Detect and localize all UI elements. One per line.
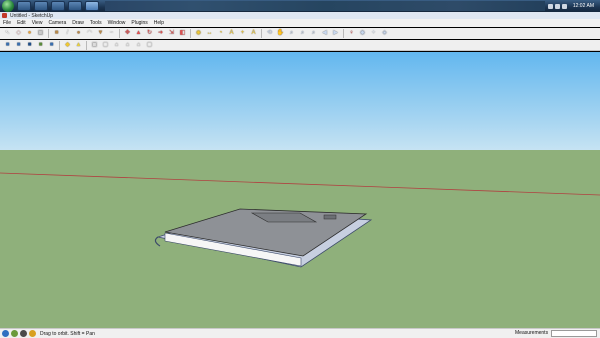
dimension-icon[interactable]: ↔: [205, 29, 214, 38]
red-axis-line: [0, 172, 600, 196]
protractor-icon[interactable]: ◔: [216, 29, 225, 38]
make-component-icon[interactable]: ▣: [36, 29, 45, 38]
book-spine: [154, 236, 161, 247]
select-icon[interactable]: ↖: [3, 29, 12, 38]
follow-me-icon[interactable]: ➜: [156, 29, 165, 38]
toolbar-separator: [48, 29, 49, 38]
scene: [0, 172, 600, 268]
volume-icon[interactable]: [561, 3, 567, 9]
line-icon[interactable]: /: [63, 29, 72, 38]
system-tray: 12:02 AM: [545, 0, 600, 12]
taskbar-button-2[interactable]: [34, 1, 48, 11]
arc-icon[interactable]: ◠: [85, 29, 94, 38]
sketchup-app-icon[interactable]: [2, 13, 7, 18]
drawing-viewport[interactable]: [0, 52, 600, 328]
menu-edit[interactable]: Edit: [17, 20, 26, 26]
menu-draw[interactable]: Draw: [72, 20, 84, 26]
xray-icon[interactable]: ■: [3, 41, 12, 50]
start-button[interactable]: [2, 0, 14, 12]
menu-camera[interactable]: Camera: [48, 20, 66, 26]
right-view-icon[interactable]: ⌂: [123, 41, 132, 50]
status-hint: Drag to orbit. Shift = Pan: [40, 330, 95, 337]
hidden-line-icon[interactable]: ■: [25, 41, 34, 50]
clock[interactable]: 12:02 AM: [573, 3, 594, 9]
menu-window[interactable]: Window: [108, 20, 126, 26]
taskbar-button-4[interactable]: [68, 1, 82, 11]
push-pull-icon[interactable]: ▲: [134, 29, 143, 38]
axes-icon[interactable]: +: [238, 29, 247, 38]
previous-view-icon[interactable]: ◀: [320, 29, 329, 38]
book-model[interactable]: [154, 208, 373, 268]
menu-help[interactable]: Help: [154, 20, 164, 26]
menu-tools[interactable]: Tools: [90, 20, 102, 26]
toolbar-separator: [119, 29, 120, 38]
taskbar-button-sketchup[interactable]: [85, 1, 99, 11]
menu-bar: File Edit View Camera Draw Tools Window …: [0, 19, 600, 27]
zoom-window-icon[interactable]: ⌕: [298, 29, 307, 38]
left-view-icon[interactable]: ▢: [145, 41, 154, 50]
shadows-icon[interactable]: ◆: [63, 41, 72, 50]
scale-icon[interactable]: ⇲: [167, 29, 176, 38]
toolbar-separator: [59, 40, 60, 50]
network-icon[interactable]: [554, 3, 560, 9]
toolbar-separator: [86, 40, 87, 50]
back-view-icon[interactable]: ⌂: [134, 41, 143, 50]
help-icon[interactable]: [29, 330, 36, 337]
pan-icon[interactable]: ✋: [276, 29, 285, 38]
window-titlebar: Untitled - SketchUp: [0, 12, 600, 19]
next-view-icon[interactable]: ▶: [331, 29, 340, 38]
polygon-icon[interactable]: ▼: [96, 29, 105, 38]
toolbar-separator: [261, 29, 262, 38]
orbit-icon[interactable]: ⟲: [265, 29, 274, 38]
tape-measure-icon[interactable]: ◉: [194, 29, 203, 38]
taskbar-wallpaper-strip: [105, 1, 545, 11]
taskbar-button-3[interactable]: [51, 1, 65, 11]
user-icon[interactable]: [20, 330, 27, 337]
rotate-icon[interactable]: ↻: [145, 29, 154, 38]
menu-view[interactable]: View: [32, 20, 43, 26]
status-bar: Drag to orbit. Shift = Pan Measurements: [0, 328, 600, 338]
circle-icon[interactable]: ●: [74, 29, 83, 38]
book-emblem: [323, 214, 337, 220]
section-plane-icon[interactable]: ◈: [380, 29, 389, 38]
zoom-extents-icon[interactable]: ⌕: [309, 29, 318, 38]
menu-plugins[interactable]: Plugins: [131, 20, 147, 26]
measurements-label: Measurements: [515, 330, 549, 336]
top-view-icon[interactable]: ▢: [101, 41, 110, 50]
toolbar-separator: [190, 29, 191, 38]
look-around-icon[interactable]: ◉: [358, 29, 367, 38]
position-camera-icon[interactable]: ♀: [347, 29, 356, 38]
front-view-icon[interactable]: ⌂: [112, 41, 121, 50]
credits-icon[interactable]: [11, 330, 18, 337]
zoom-icon[interactable]: ⌕: [287, 29, 296, 38]
freehand-icon[interactable]: ~: [107, 29, 116, 38]
tray-icon[interactable]: [547, 3, 553, 9]
menu-file[interactable]: File: [3, 20, 11, 26]
window-title: Untitled - SketchUp: [10, 12, 54, 19]
shaded-icon[interactable]: ■: [36, 41, 45, 50]
move-icon[interactable]: ✥: [123, 29, 132, 38]
views-toolbar: ■ ■ ■ ■ ■ ◆ ▲ ▣ ▢ ⌂ ⌂ ⌂ ▢: [0, 40, 600, 51]
offset-icon[interactable]: ◧: [178, 29, 187, 38]
walk-icon[interactable]: ⁘: [369, 29, 378, 38]
georeference-icon[interactable]: [2, 330, 9, 337]
3d-text-icon[interactable]: A: [249, 29, 258, 38]
iso-view-icon[interactable]: ▣: [90, 41, 99, 50]
shaded-textures-icon[interactable]: ■: [47, 41, 56, 50]
paint-bucket-icon[interactable]: ●: [25, 29, 34, 38]
taskbar: 12:02 AM: [0, 0, 600, 12]
rectangle-icon[interactable]: ■: [52, 29, 61, 38]
main-toolbar: ↖ ◇ ● ▣ ■ / ● ◠ ▼ ~ ✥ ▲ ↻ ➜ ⇲ ◧ ◉ ↔ ◔ A + A ⟲ ✋ ⌕ ⌕ ⌕ ◀ ▶ ♀ ◉ ⁘ ◈: [0, 28, 600, 39]
wireframe-icon[interactable]: ■: [14, 41, 23, 50]
text-icon[interactable]: A: [227, 29, 236, 38]
toolbar-separator: [343, 29, 344, 38]
fog-icon[interactable]: ▲: [74, 41, 83, 50]
measurements-input[interactable]: [551, 330, 597, 337]
taskbar-button-1[interactable]: [17, 1, 31, 11]
eraser-icon[interactable]: ◇: [14, 29, 23, 38]
